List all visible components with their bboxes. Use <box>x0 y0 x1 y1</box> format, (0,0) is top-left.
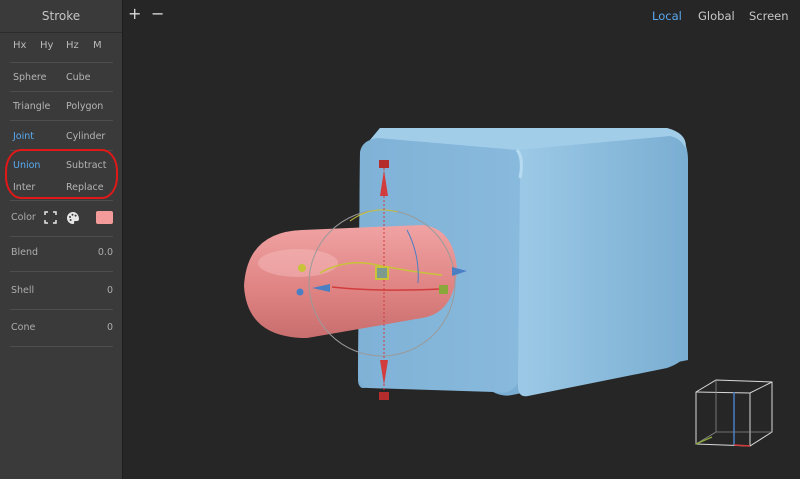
blend-label: Blend <box>11 247 39 258</box>
stroke-panel: Stroke Hx Hy Hz M Sphere Cube Triangle P… <box>0 0 123 479</box>
remove-button[interactable]: − <box>151 6 164 22</box>
orientation-cube[interactable] <box>695 379 773 447</box>
blend-slider[interactable]: Blend 0.0 <box>10 246 113 262</box>
cube-button[interactable]: Cube <box>66 72 91 83</box>
shell-slider[interactable]: Shell 0 <box>10 284 113 300</box>
joint-button[interactable]: Joint <box>13 131 34 142</box>
gizmo-bottom-handle[interactable] <box>379 392 389 400</box>
axis-hy-button[interactable]: Hy <box>40 40 53 51</box>
divider <box>10 309 113 310</box>
color-label: Color <box>11 212 36 223</box>
divider <box>10 62 113 63</box>
cone-slider[interactable]: Cone 0 <box>10 321 113 337</box>
divider <box>10 120 113 121</box>
color-swatch[interactable] <box>96 211 113 224</box>
inter-button[interactable]: Inter <box>13 182 35 193</box>
panel-title: Stroke <box>0 0 122 33</box>
palette-icon[interactable] <box>66 211 80 225</box>
divider <box>10 346 113 347</box>
gizmo-blue-handle[interactable] <box>296 288 304 296</box>
viewport[interactable] <box>122 0 800 479</box>
cone-label: Cone <box>11 322 36 333</box>
divider <box>10 271 113 272</box>
local-space-button[interactable]: Local <box>652 9 682 23</box>
picker-icon[interactable] <box>44 211 57 224</box>
polygon-button[interactable]: Polygon <box>66 101 103 112</box>
cone-value: 0 <box>106 322 113 333</box>
replace-button[interactable]: Replace <box>66 182 104 193</box>
shell-label: Shell <box>11 285 35 296</box>
gizmo-yellow-handle[interactable] <box>298 264 306 272</box>
axis-buttons: Hx Hy Hz M <box>8 40 114 56</box>
blend-value: 0.0 <box>97 247 113 258</box>
add-button[interactable]: + <box>128 6 141 22</box>
union-button[interactable]: Union <box>13 160 40 171</box>
screen-space-button[interactable]: Screen <box>749 9 789 23</box>
global-space-button[interactable]: Global <box>698 9 735 23</box>
subtract-button[interactable]: Subtract <box>66 160 106 171</box>
triangle-button[interactable]: Triangle <box>13 101 50 112</box>
gizmo-green-handle[interactable] <box>439 285 448 294</box>
divider <box>10 91 113 92</box>
viewport-toolbar: + − Local Global Screen <box>122 0 800 32</box>
axis-hz-button[interactable]: Hz <box>66 40 79 51</box>
divider <box>10 236 113 237</box>
cylinder-button[interactable]: Cylinder <box>66 131 105 142</box>
divider <box>10 200 113 201</box>
axis-m-button[interactable]: M <box>93 40 102 51</box>
sphere-button[interactable]: Sphere <box>13 72 46 83</box>
divider <box>10 150 113 151</box>
axis-hx-button[interactable]: Hx <box>13 40 26 51</box>
gizmo-top-handle[interactable] <box>379 160 389 168</box>
shell-value: 0 <box>106 285 113 296</box>
